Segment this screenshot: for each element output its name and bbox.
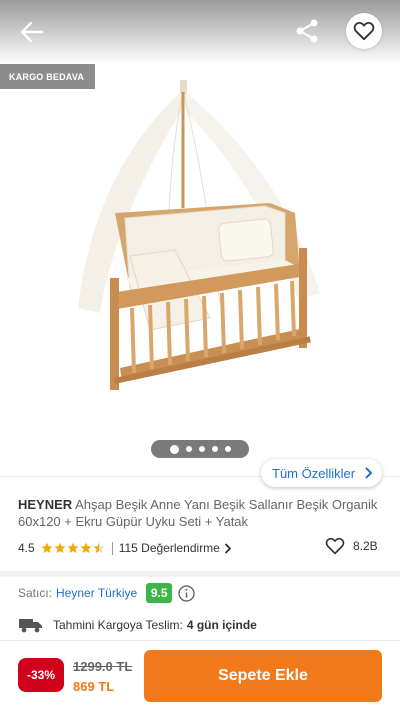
delivery-row: Tahmini Kargoya Teslim: 4 gün içinde [18, 616, 257, 634]
star-icon [54, 542, 66, 553]
separator [111, 541, 113, 555]
share-icon[interactable] [294, 18, 320, 44]
old-price: 1299.0 TL [73, 659, 133, 674]
favorite-count[interactable]: 8.2B [325, 537, 378, 555]
seller-score-badge: 9.5 [146, 583, 173, 603]
delivery-value: 4 gün içinde [186, 618, 257, 632]
star-icon [93, 542, 105, 553]
pager-dot[interactable] [224, 446, 231, 452]
pager-dot[interactable] [211, 446, 218, 452]
product-brand: HEYNER [18, 497, 73, 512]
product-image[interactable] [70, 78, 330, 398]
pager-dot-active[interactable] [169, 444, 179, 454]
star-icon [67, 542, 79, 553]
section-divider [0, 571, 400, 577]
header-gradient [0, 0, 400, 64]
heart-outline-icon [325, 537, 345, 555]
seller-name-link[interactable]: Heyner Türkiye [56, 586, 137, 600]
star-rating [41, 542, 105, 554]
delivery-label: Tahmini Kargoya Teslim: [53, 618, 183, 632]
review-count[interactable]: 115 Değerlendirme [119, 541, 220, 555]
current-price: 869 TL [73, 679, 115, 694]
info-icon[interactable] [178, 584, 195, 602]
star-icon [80, 542, 92, 553]
arrow-left-icon[interactable] [18, 18, 46, 46]
chevron-right-icon [365, 467, 372, 479]
all-features-label: Tüm Özellikler [272, 465, 356, 481]
add-to-cart-button[interactable]: Sepete Ekle [144, 650, 382, 702]
truck-icon [19, 619, 42, 633]
bottom-action-bar: -33% 1299.0 TL 869 TL Sepete Ekle [0, 640, 400, 711]
free-cargo-badge: KARGO BEDAVA [0, 64, 95, 89]
all-features-button[interactable]: Tüm Özellikler [261, 459, 382, 487]
chevron-right-icon [224, 542, 231, 554]
discount-badge: -33% [18, 658, 64, 692]
seller-row[interactable]: Satıcı: Heyner Türkiye 9.5 [18, 583, 195, 603]
rating-value: 4.5 [18, 541, 35, 555]
favorite-count-value: 8.2B [353, 539, 378, 553]
product-image-gallery[interactable]: KARGO BEDAVA [0, 0, 400, 476]
pager-dot[interactable] [198, 446, 205, 452]
star-icon [41, 542, 53, 553]
heart-outline-icon [353, 21, 375, 41]
pager-dot[interactable] [185, 446, 192, 452]
image-pager[interactable] [151, 440, 249, 458]
seller-label: Satıcı: [18, 586, 53, 600]
product-name: Ahşap Beşik Anne Yanı Beşik Sallanır Beş… [18, 497, 378, 529]
product-title: HEYNER Ahşap Beşik Anne Yanı Beşik Salla… [18, 496, 378, 530]
favorite-button[interactable] [346, 13, 382, 49]
